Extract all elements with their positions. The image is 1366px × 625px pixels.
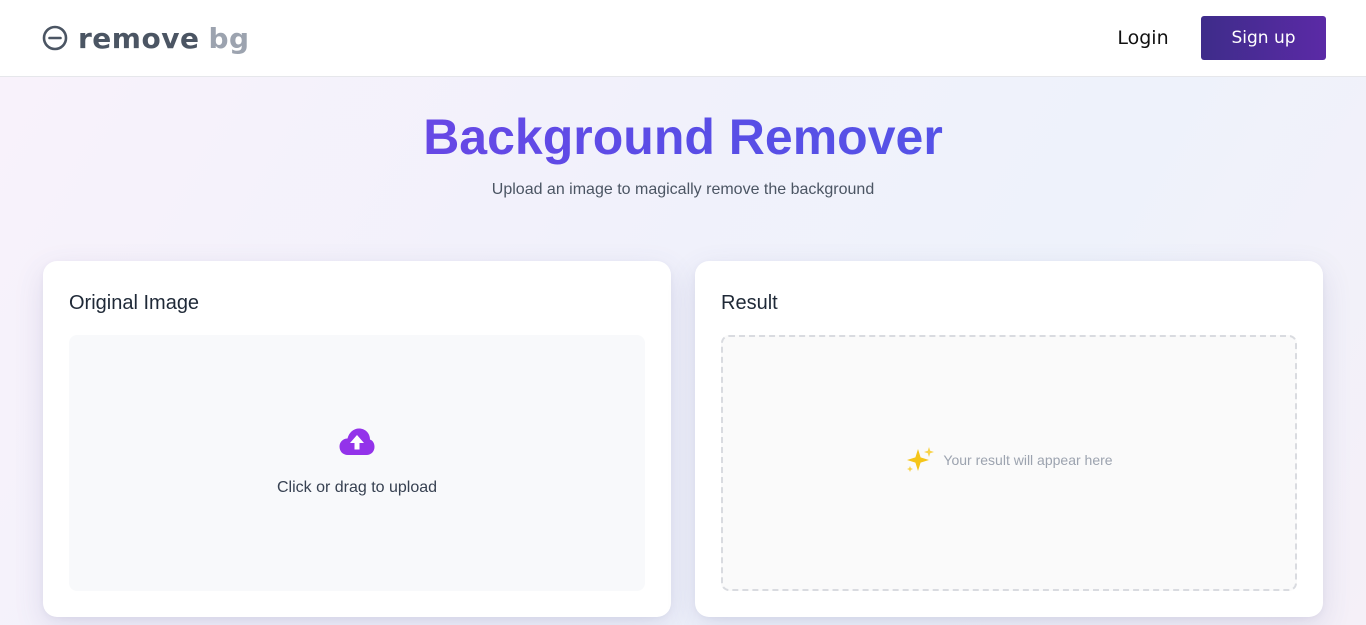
original-image-panel: Original Image Click or drag to upload: [43, 261, 671, 617]
upload-dropzone[interactable]: Click or drag to upload: [69, 335, 645, 591]
cloud-upload-icon: [339, 428, 375, 455]
minus-circle-icon: [42, 25, 68, 51]
upload-label: Click or drag to upload: [276, 479, 438, 496]
sparkles-icon: [907, 447, 935, 472]
logo-text-remove: remove: [78, 21, 200, 55]
main-content: Background Remover Upload an image to ma…: [0, 77, 1366, 625]
logo-text-bg: bg: [208, 21, 250, 55]
signup-button[interactable]: Sign up: [1201, 16, 1326, 60]
result-area: Your result will appear here: [721, 335, 1297, 591]
page-subtitle: Upload an image to magically remove the …: [491, 181, 875, 198]
login-button[interactable]: Login: [1104, 16, 1182, 60]
result-title: Result: [721, 292, 778, 314]
original-image-title: Original Image: [69, 292, 200, 314]
logo[interactable]: remove bg: [42, 20, 250, 56]
result-panel: Result Your result will appear here: [695, 261, 1323, 617]
result-placeholder: Your result will appear here: [723, 445, 1295, 475]
top-navigation-bar: remove bg Login Sign up: [0, 0, 1366, 77]
page-title: Background Remover: [0, 108, 1366, 166]
result-placeholder-text: Your result will appear here: [943, 452, 1113, 468]
